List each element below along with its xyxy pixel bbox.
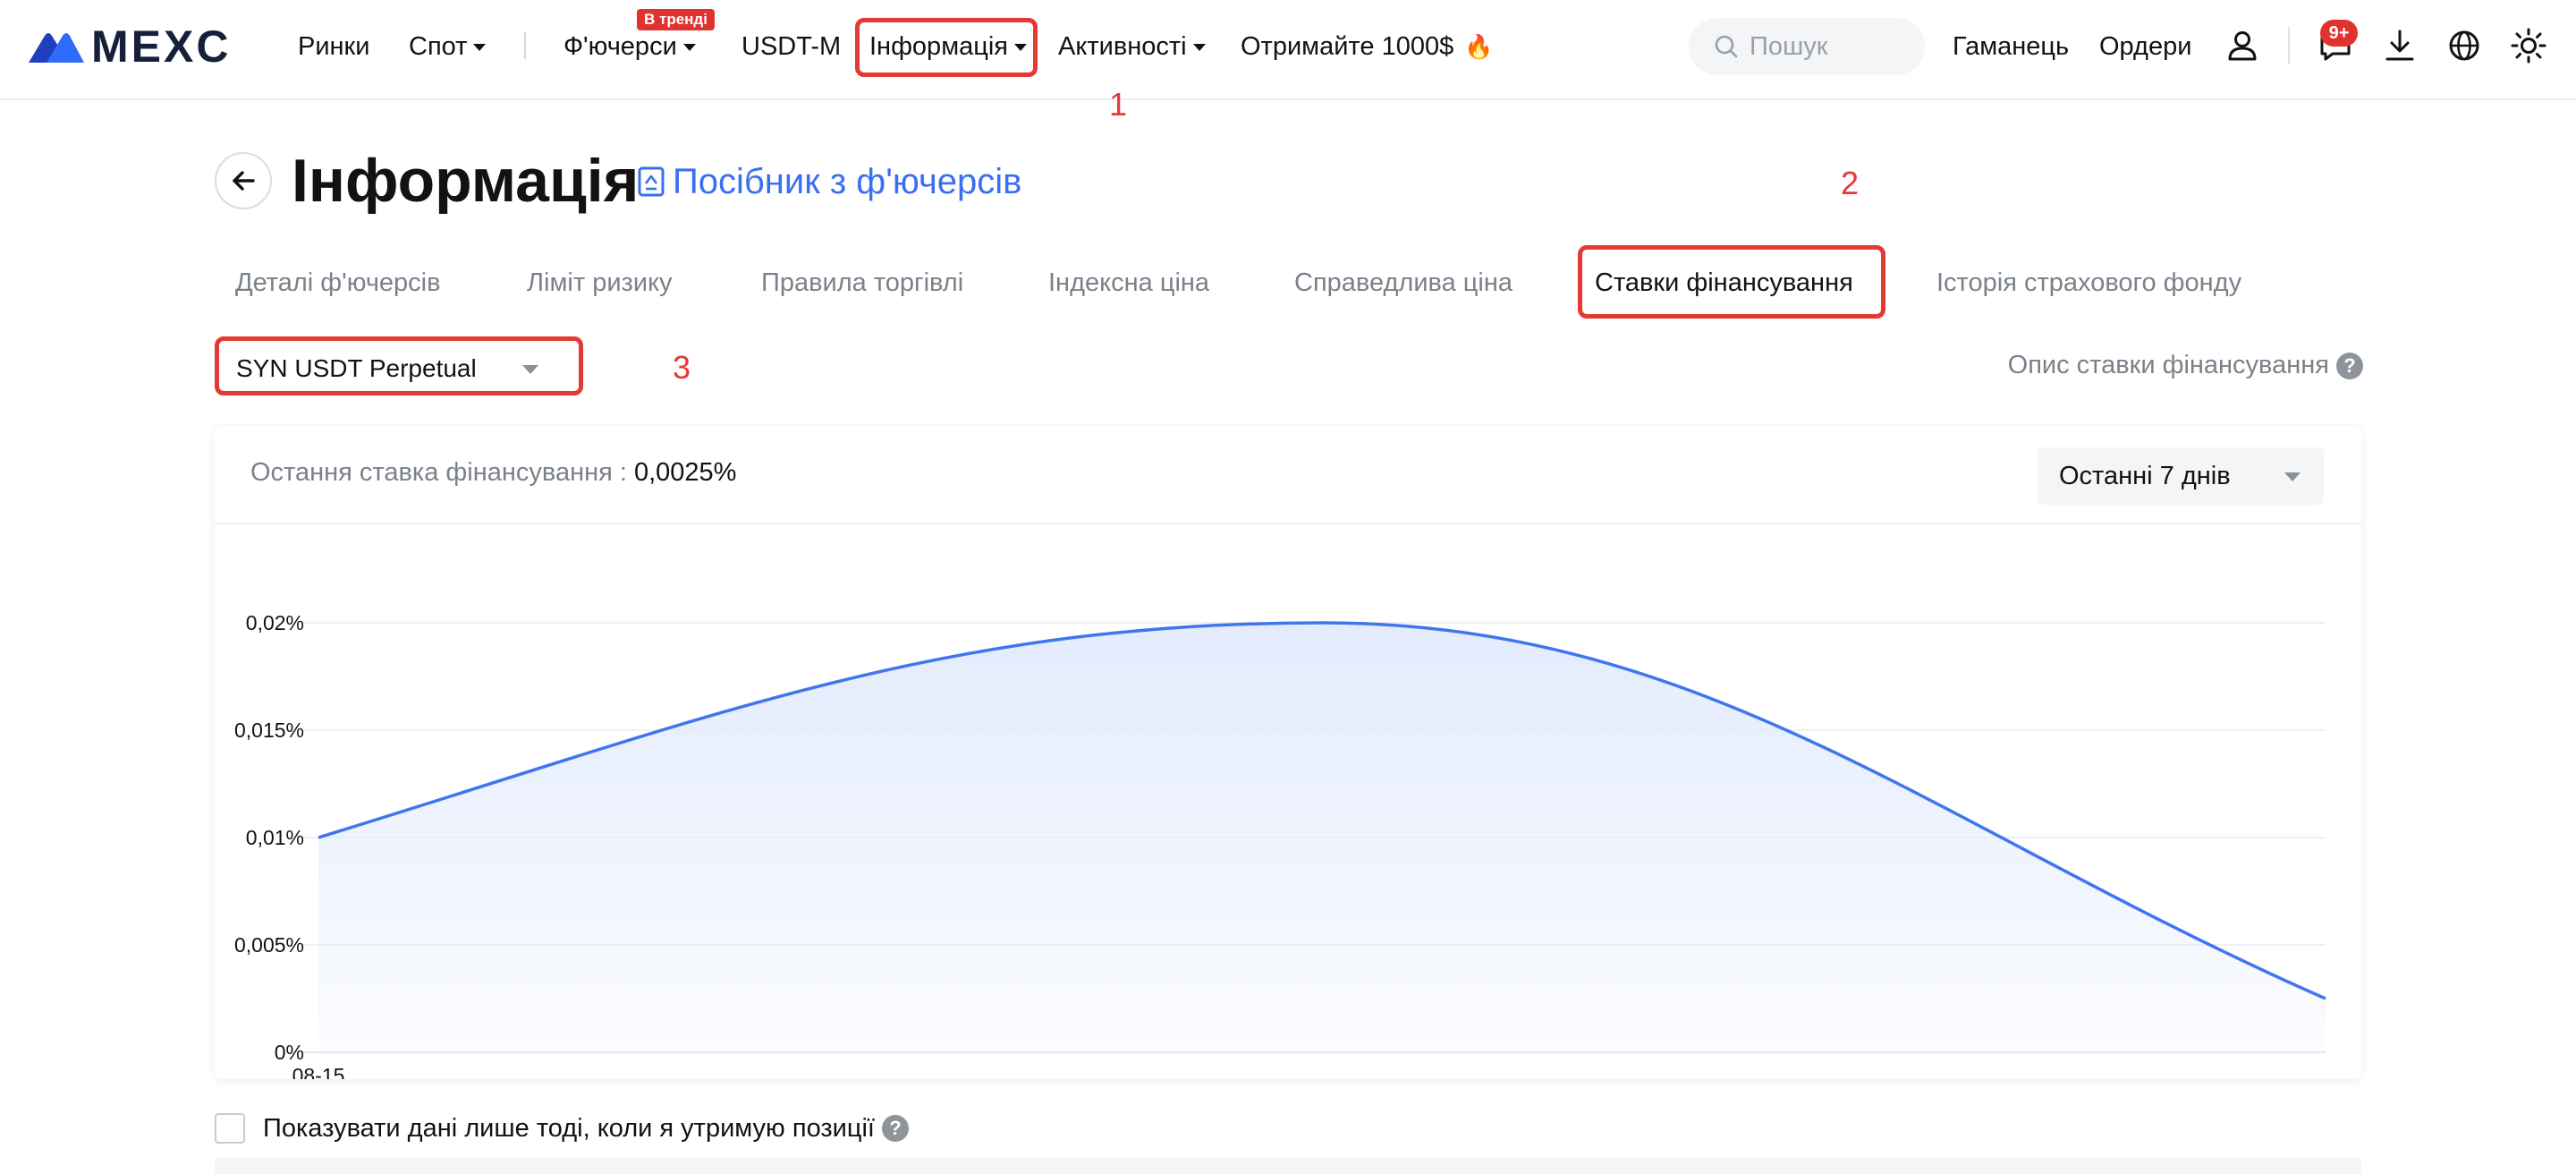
last-funding-rate: Остання ставка фінансування :0,0025% [250, 458, 736, 488]
nav-activities[interactable]: Активності [1058, 27, 1206, 66]
futures-guide-link[interactable]: Посібник з ф'ючерсів [637, 159, 1021, 204]
mexc-logo[interactable]: MEXC [27, 21, 232, 72]
x-tick-label: 08-15 [292, 1064, 345, 1079]
caret-down-icon [2284, 472, 2301, 481]
notification-badge: 9+ [2320, 20, 2358, 47]
book-icon [638, 166, 665, 197]
annotation-box-2 [1578, 245, 1885, 319]
arrow-left-icon [233, 171, 255, 191]
annotation-label-1: 1 [1109, 86, 1128, 123]
last-funding-rate-value: 0,0025% [633, 458, 737, 487]
only-positions-checkbox[interactable] [215, 1113, 245, 1144]
last-funding-rate-label: Остання ставка фінансування : [250, 458, 627, 487]
nav-spot-label: Спот [409, 32, 468, 61]
period-select[interactable]: Останні 7 днів [2038, 447, 2324, 505]
funding-rate-chart: 0% 0,005% 0,01% 0,015% 0,02% 08-15 [234, 611, 2326, 1079]
nav-spot[interactable]: Спот [409, 27, 487, 66]
nav-futures[interactable]: Ф'ючерси [564, 27, 696, 66]
search-input[interactable] [1750, 31, 1911, 62]
annotation-label-2: 2 [1841, 165, 1860, 201]
only-positions-label: Показувати дані лише тоді, коли я утриму… [263, 1113, 875, 1143]
nav-promo[interactable]: Отримайте 1000$ 🔥 [1241, 27, 1494, 66]
search-box[interactable] [1689, 18, 1925, 75]
tab-fair-price[interactable]: Справедлива ціна [1294, 265, 1513, 301]
tab-risk-limit[interactable]: Ліміт ризику [527, 265, 673, 301]
wallet-link[interactable]: Гаманець [1953, 27, 2069, 66]
chevron-down-icon [682, 44, 696, 51]
chevron-down-icon [1192, 44, 1206, 51]
download-icon[interactable] [2379, 25, 2420, 66]
back-button[interactable] [215, 152, 272, 209]
nav-divider [524, 32, 526, 59]
tab-index-price[interactable]: Індексна ціна [1048, 265, 1209, 301]
mexc-logo-mark-icon [29, 33, 84, 63]
theme-sun-icon[interactable] [2508, 25, 2549, 66]
tab-trading-rules[interactable]: Правила торгівлі [761, 265, 963, 301]
user-icon[interactable] [2222, 25, 2263, 66]
annotation-box-1 [855, 18, 1038, 77]
futures-guide-label: Посібник з ф'ючерсів [673, 162, 1022, 201]
nav-activities-label: Активності [1058, 32, 1187, 61]
fire-icon: 🔥 [1464, 33, 1494, 60]
globe-icon[interactable] [2444, 25, 2485, 66]
nav-futures-label: Ф'ючерси [564, 32, 677, 61]
nav-markets[interactable]: Ринки [298, 27, 369, 66]
y-tick-label: 0,01% [246, 826, 304, 849]
question-icon: ? [2336, 352, 2363, 379]
tab-futures-details[interactable]: Деталі ф'ючерсів [235, 265, 441, 301]
funding-rate-description-label: Опис ставки фінансування [2007, 351, 2329, 379]
tab-insurance-fund-history[interactable]: Історія страхового фонду [1936, 265, 2241, 301]
table-header-strip [215, 1158, 2361, 1174]
period-select-value: Останні 7 днів [2059, 461, 2231, 490]
only-positions-option[interactable]: Показувати дані лише тоді, коли я утриму… [215, 1113, 909, 1144]
annotation-box-3 [215, 336, 583, 396]
nav-usdt-m[interactable]: USDT-M [741, 27, 841, 66]
funding-rate-description-link[interactable]: Опис ставки фінансування ? [2008, 351, 2363, 380]
y-tick-label: 0,005% [234, 933, 304, 957]
header-divider [2288, 27, 2290, 64]
brand-name: MEXC [91, 21, 232, 72]
orders-link[interactable]: Ордери [2099, 27, 2191, 66]
page-title: Інформація [292, 147, 640, 215]
top-navigation: MEXC Ринки Спот В тренді Ф'ючерси USDT-M… [0, 0, 2576, 100]
chevron-down-icon [473, 44, 487, 51]
card-header: Остання ставка фінансування :0,0025% Ост… [215, 426, 2361, 524]
question-icon: ? [881, 1115, 909, 1142]
funding-rate-card: Остання ставка фінансування :0,0025% Ост… [215, 426, 2361, 1079]
search-icon [1715, 35, 1738, 58]
y-tick-label: 0,015% [234, 719, 304, 742]
y-tick-label: 0% [275, 1041, 304, 1064]
y-tick-label: 0,02% [246, 611, 304, 634]
annotation-label-3: 3 [673, 349, 691, 386]
nav-promo-label: Отримайте 1000$ [1241, 32, 1454, 61]
